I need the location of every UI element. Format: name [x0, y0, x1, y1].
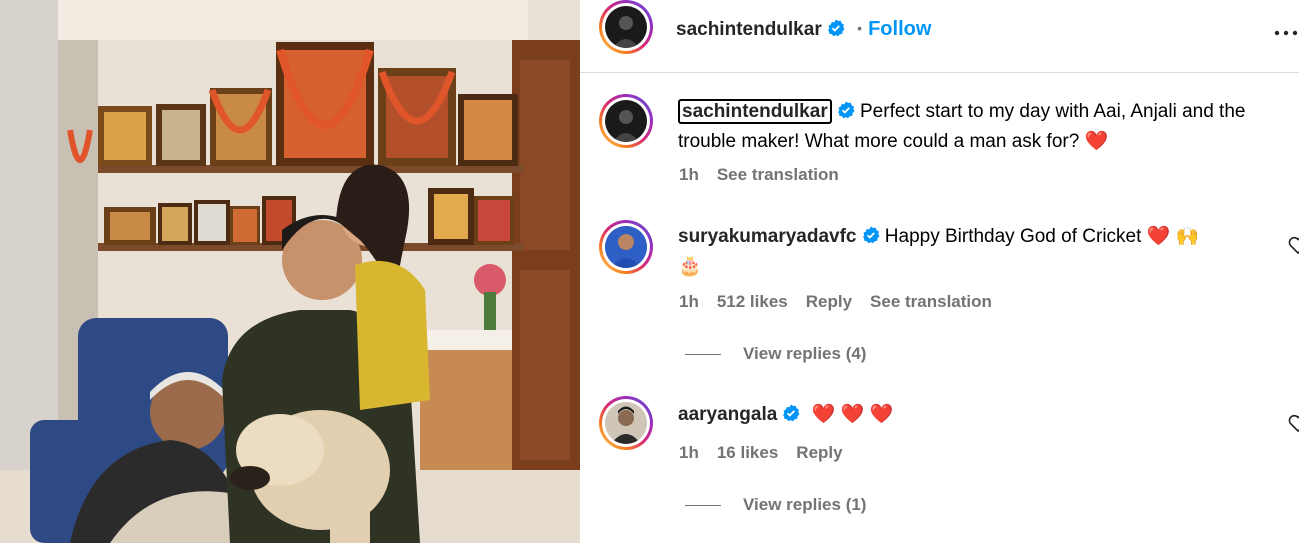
header-separator: •	[857, 20, 863, 36]
view-replies-button[interactable]: View replies (4)	[685, 344, 866, 364]
birthday-cake-emoji: 🎂	[678, 256, 702, 277]
comment-likes[interactable]: 512 likes	[717, 292, 788, 311]
heart-emoji: ❤️	[1146, 226, 1171, 247]
post-header: sachintendulkar • Follow	[580, 0, 1299, 73]
follow-button[interactable]: Follow	[868, 18, 931, 40]
post-details-panel: sachintendulkar • Follow sachintendulkar …	[580, 0, 1299, 543]
comment-likes[interactable]: 16 likes	[717, 443, 778, 462]
caption-username[interactable]: sachintendulkar	[678, 99, 832, 124]
author-username[interactable]: sachintendulkar	[676, 19, 822, 40]
comment-meta: 1h 512 likes Reply See translation	[679, 292, 1010, 312]
comment-see-translation[interactable]: See translation	[870, 292, 992, 311]
verified-badge-icon	[827, 19, 845, 45]
heart-emoji: ❤️	[1084, 131, 1109, 152]
like-comment-heart-icon[interactable]	[1288, 236, 1299, 254]
verified-badge-icon	[782, 403, 800, 431]
heart-emoji: ❤️	[840, 404, 865, 425]
verified-badge-icon	[862, 225, 880, 253]
comment-meta: 1h 16 likes Reply	[679, 443, 861, 463]
view-replies-button[interactable]: View replies (1)	[685, 495, 866, 515]
comment-username[interactable]: aaryangala	[678, 404, 777, 425]
comment-text-block: aaryangala ❤️ ❤️ ❤️	[678, 401, 1258, 431]
comment-avatar[interactable]	[599, 396, 653, 450]
caption-time: 1h	[679, 165, 699, 184]
raising-hands-emoji: 🙌	[1175, 226, 1200, 247]
comment-username[interactable]: suryakumaryadavfc	[678, 226, 857, 247]
comment-text-block: suryakumaryadavfc Happy Birthday God of …	[678, 223, 1258, 281]
post-photo[interactable]	[0, 0, 580, 543]
family-photo-image	[0, 0, 580, 543]
view-replies-label: View replies (4)	[743, 344, 867, 363]
like-comment-heart-icon[interactable]	[1288, 414, 1299, 432]
comment-avatar[interactable]	[599, 220, 653, 274]
caption-meta: 1h See translation	[679, 165, 857, 185]
heart-emoji: ❤️	[869, 404, 894, 425]
comment-reply-button[interactable]: Reply	[796, 443, 842, 462]
more-options-ellipsis-icon[interactable]	[1274, 24, 1298, 36]
verified-badge-icon	[837, 100, 855, 128]
comment-text: Happy Birthday God of Cricket	[884, 226, 1142, 247]
comment-time: 1h	[679, 292, 699, 311]
heart-emoji: ❤️	[811, 404, 836, 425]
author-avatar[interactable]	[599, 0, 653, 54]
comment-reply-button[interactable]: Reply	[806, 292, 852, 311]
view-replies-label: View replies (1)	[743, 495, 867, 514]
caption-text-block: sachintendulkar Perfect start to my day …	[678, 98, 1288, 156]
caption-avatar[interactable]	[599, 94, 653, 148]
caption-see-translation[interactable]: See translation	[717, 165, 839, 184]
replies-divider	[685, 505, 721, 507]
comment-time: 1h	[679, 443, 699, 462]
replies-divider	[685, 354, 721, 356]
